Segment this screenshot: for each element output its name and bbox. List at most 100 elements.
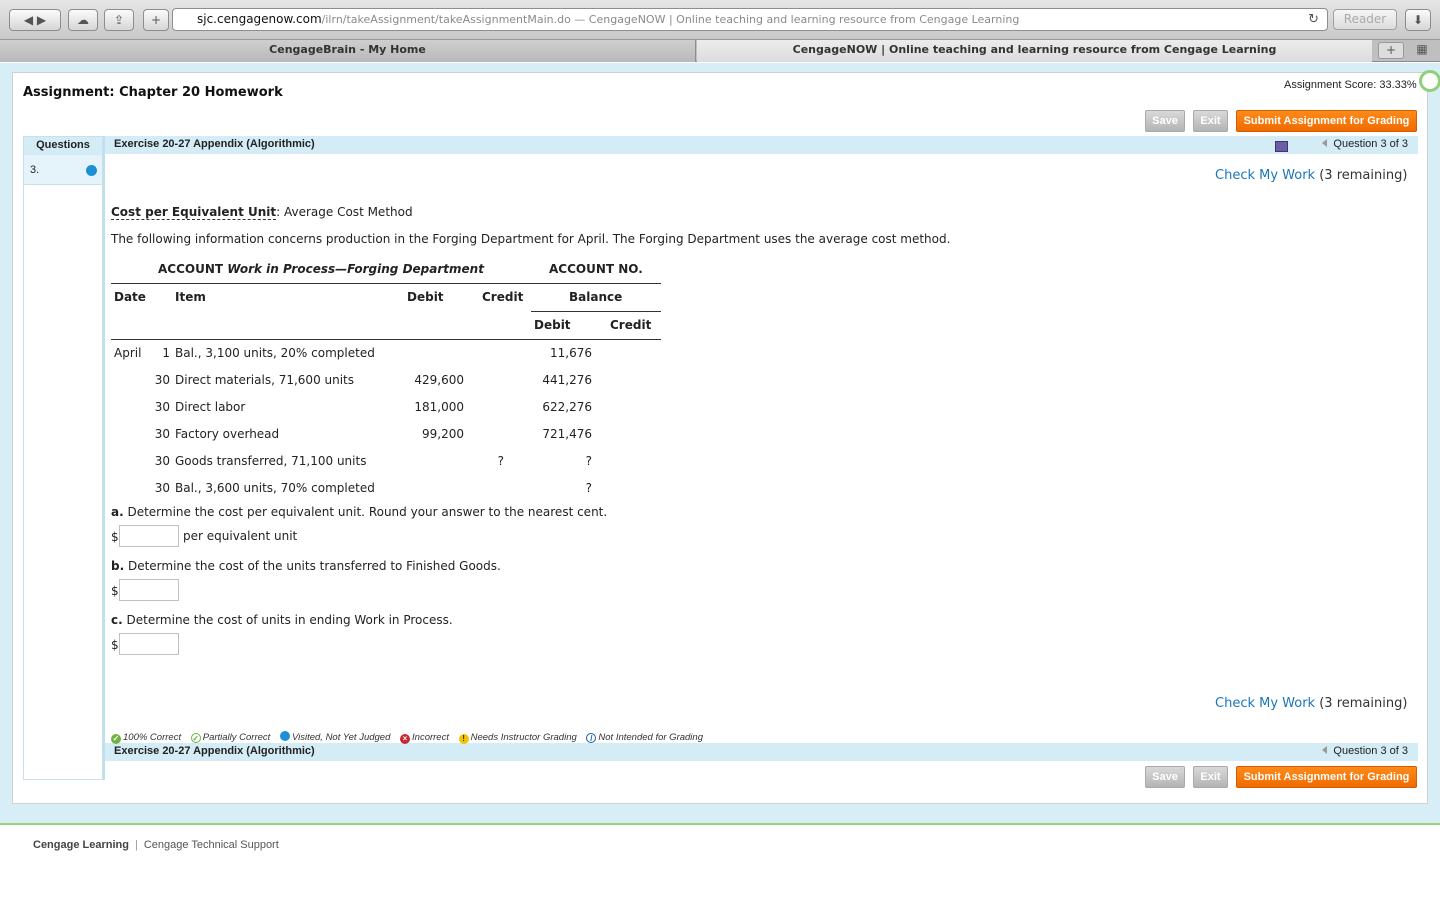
problem-topic[interactable]: Cost per Equivalent Unit bbox=[111, 205, 277, 220]
row-item: Goods transferred, 71,100 units bbox=[175, 454, 367, 468]
partial-circle-icon: ✓ bbox=[190, 733, 201, 743]
legend-partial: ✓ Partially Correct bbox=[190, 732, 271, 743]
check-my-work-link[interactable]: Check My Work bbox=[1215, 168, 1315, 183]
header-date: Date bbox=[114, 290, 146, 304]
question-a: a. Determine the cost per equivalent uni… bbox=[111, 505, 607, 519]
questions-sidebar: Questions 3. bbox=[23, 136, 103, 780]
answer-c-input[interactable] bbox=[119, 633, 179, 655]
problem-topic-rest: : Average Cost Method bbox=[276, 205, 413, 219]
url-title: — CengageNOW | Online teaching and learn… bbox=[570, 13, 1020, 26]
icloud-button[interactable]: ☁ bbox=[68, 9, 98, 31]
url-path: /ilrn/takeAssignment/takeAssignmentMain.… bbox=[321, 13, 571, 26]
add-tab-icon[interactable]: + bbox=[1378, 42, 1404, 59]
legend-needs-grading: ! Needs Instructor Grading bbox=[458, 732, 577, 744]
row-day: 30 bbox=[154, 400, 170, 414]
reload-icon[interactable]: ↻ bbox=[1308, 9, 1319, 30]
footer-support-link[interactable]: Cengage Technical Support bbox=[144, 839, 279, 851]
check-my-work-link[interactable]: Check My Work bbox=[1215, 696, 1315, 711]
account-number: ACCOUNT NO. bbox=[549, 262, 643, 276]
question-nav[interactable]: Question 3 of 3 bbox=[1322, 136, 1408, 153]
exclamation-circle-icon: ! bbox=[458, 734, 469, 744]
exercise-header-bottom: Exercise 20-27 Appendix (Algorithmic) Qu… bbox=[105, 743, 1418, 761]
downloads-button[interactable]: ⬇ bbox=[1405, 9, 1431, 31]
ledger-rule-header bbox=[111, 339, 661, 340]
footer-divider bbox=[0, 823, 1440, 825]
answer-b-input[interactable] bbox=[119, 579, 179, 601]
answer-a-input[interactable] bbox=[119, 525, 179, 547]
ledger-rule-balance bbox=[531, 311, 661, 312]
check-remaining: (3 remaining) bbox=[1319, 696, 1408, 711]
footer-brand[interactable]: Cengage Learning bbox=[33, 839, 129, 851]
save-button[interactable]: Save bbox=[1145, 110, 1185, 132]
tab-cengagenow[interactable]: CengageNOW | Online teaching and learnin… bbox=[697, 40, 1372, 62]
help-icon[interactable] bbox=[1419, 70, 1440, 92]
address-bar[interactable]: sjc.cengagenow.com/ilrn/takeAssignment/t… bbox=[172, 8, 1328, 31]
header-balance-debit: Debit bbox=[534, 318, 571, 332]
check-circle-icon: ✓ bbox=[111, 734, 121, 744]
footer: Cengage Learning | Cengage Technical Suppo… bbox=[33, 839, 279, 851]
grading-legend: ✓ 100% Correct ✓ Partially Correct Visited… bbox=[111, 731, 710, 744]
question-a-letter: a. bbox=[111, 505, 124, 519]
header-balance-credit: Credit bbox=[610, 318, 652, 332]
row-item: Bal., 3,100 units, 20% completed bbox=[175, 346, 375, 360]
tab-overview-icon[interactable]: ▦ bbox=[1410, 42, 1434, 59]
legend-label: Needs Instructor Grading bbox=[470, 732, 577, 743]
calculator-icon[interactable] bbox=[1275, 141, 1288, 152]
prev-question-icon[interactable] bbox=[1322, 139, 1328, 147]
legend-label: 100% Correct bbox=[123, 732, 182, 743]
exit-button[interactable]: Exit bbox=[1193, 110, 1228, 132]
question-c-letter: c. bbox=[111, 613, 123, 627]
question-a-text: Determine the cost per equivalent unit. … bbox=[123, 505, 608, 519]
row-debit: 99,200 bbox=[422, 427, 464, 441]
row-day: 30 bbox=[154, 373, 170, 387]
x-circle-icon: × bbox=[400, 734, 411, 744]
legend-visited: Visited, Not Yet Judged bbox=[279, 731, 390, 743]
question-nav-bottom[interactable]: Question 3 of 3 bbox=[1322, 743, 1408, 760]
new-tab-button[interactable]: + bbox=[143, 9, 169, 31]
visited-status-icon bbox=[86, 165, 97, 176]
back-forward-buttons[interactable]: ◀ ▶ bbox=[9, 9, 61, 31]
answer-a-unit: per equivalent unit bbox=[183, 529, 298, 543]
exercise-title-bottom: Exercise 20-27 Appendix (Algorithmic) bbox=[114, 745, 315, 757]
header-debit: Debit bbox=[407, 290, 444, 304]
row-balance-debit: 441,276 bbox=[542, 373, 592, 387]
row-day: 30 bbox=[154, 454, 170, 468]
row-item: Direct labor bbox=[175, 400, 246, 414]
check-my-work-top: Check My Work (3 remaining) bbox=[1215, 168, 1407, 183]
row-debit: 429,600 bbox=[414, 373, 464, 387]
sidebar-header: Questions bbox=[24, 137, 102, 155]
legend-label: Partially Correct bbox=[202, 732, 271, 743]
account-name: Work in Process—Forging Department bbox=[227, 262, 484, 276]
reader-button[interactable]: Reader bbox=[1333, 9, 1397, 30]
sidebar-item-label: 3. bbox=[30, 164, 40, 176]
row-balance-debit: ? bbox=[585, 481, 592, 495]
assignment-title: Assignment: Chapter 20 Homework bbox=[23, 85, 283, 100]
account-title: ACCOUNT Work in Process—Forging Departme… bbox=[158, 262, 484, 276]
row-credit: ? bbox=[497, 454, 504, 468]
prev-question-icon[interactable] bbox=[1322, 746, 1328, 754]
tab-cengagebrain[interactable]: CengageBrain - My Home bbox=[0, 40, 696, 62]
dollar-sign-a: $ bbox=[111, 530, 119, 544]
legend-label: Not Intended for Grading bbox=[598, 732, 703, 743]
blue-dot-icon bbox=[279, 731, 290, 741]
footer-separator: | bbox=[134, 839, 138, 851]
share-button[interactable]: ⇪ bbox=[104, 9, 134, 31]
question-c: c. Determine the cost of units in ending… bbox=[111, 613, 453, 627]
save-button-bottom[interactable]: Save bbox=[1145, 766, 1185, 788]
row-balance-debit: 622,276 bbox=[542, 400, 592, 414]
sidebar-item-question-3[interactable]: 3. bbox=[24, 155, 102, 185]
tab-bar: CengageBrain - My Home CengageNOW | Onli… bbox=[0, 40, 1440, 62]
submit-button-bottom[interactable]: Submit Assignment for Grading bbox=[1236, 766, 1417, 788]
header-credit: Credit bbox=[482, 290, 524, 304]
exercise-title: Exercise 20-27 Appendix (Algorithmic) bbox=[114, 138, 315, 150]
question-nav-label: Question 3 of 3 bbox=[1333, 138, 1408, 150]
question-b: b. Determine the cost of the units trans… bbox=[111, 559, 501, 573]
row-balance-debit: 11,676 bbox=[550, 346, 592, 360]
row-item: Bal., 3,600 units, 70% completed bbox=[175, 481, 375, 495]
legend-label: Incorrect bbox=[412, 732, 449, 743]
exit-button-bottom[interactable]: Exit bbox=[1193, 766, 1228, 788]
check-my-work-bottom: Check My Work (3 remaining) bbox=[1215, 696, 1407, 711]
submit-button[interactable]: Submit Assignment for Grading bbox=[1236, 110, 1417, 132]
row-day: 30 bbox=[154, 427, 170, 441]
row-balance-debit: ? bbox=[585, 454, 592, 468]
